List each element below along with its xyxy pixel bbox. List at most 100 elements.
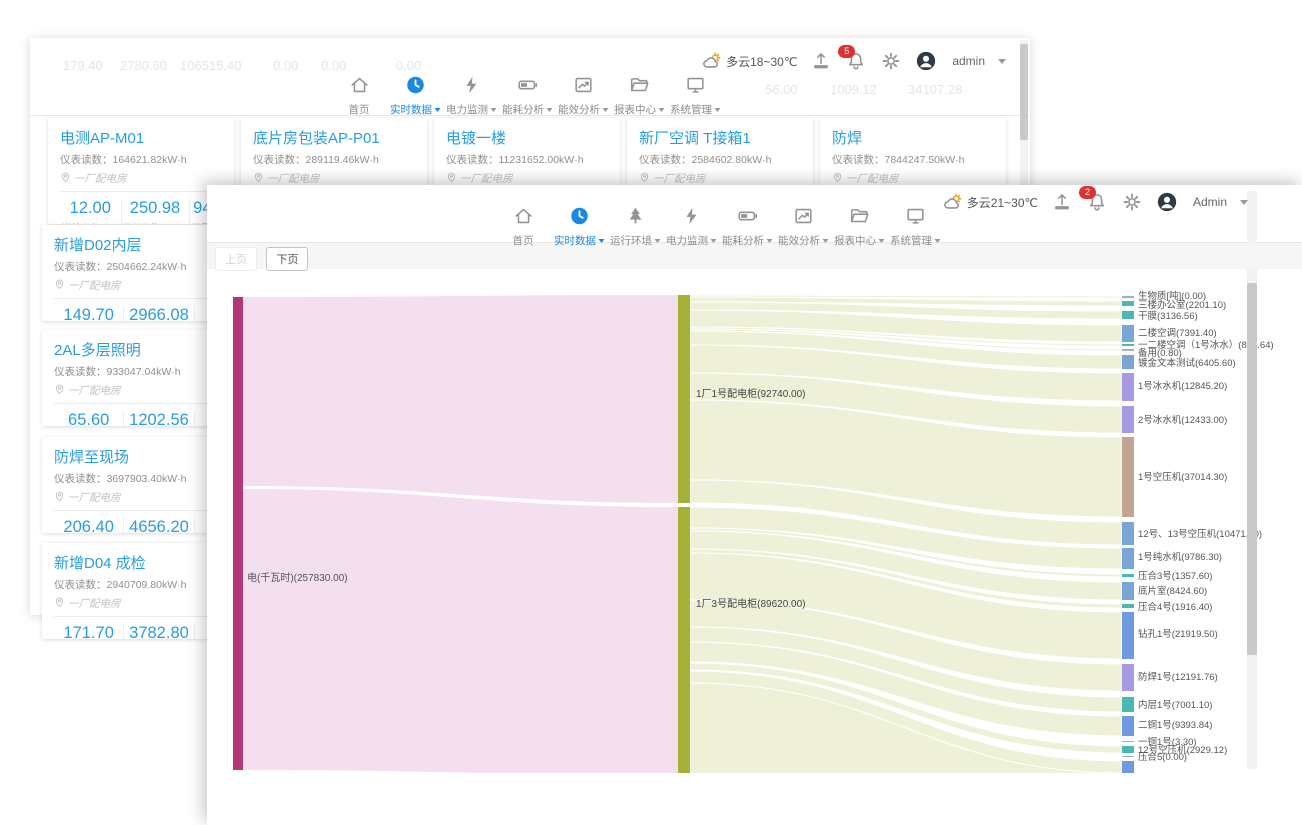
bell-icon[interactable]: 2 (1086, 191, 1108, 213)
sankey-node-leaf[interactable] (1122, 301, 1134, 306)
stat-label: 当日用能(kW·h) (124, 221, 187, 224)
sankey-node-leaf[interactable] (1122, 697, 1134, 712)
sankey-node-leaf[interactable] (1122, 522, 1134, 545)
nav-item-report-center[interactable]: 报表中心 (615, 74, 664, 117)
nav-item-energy-efficiency[interactable]: 能效分析 (779, 205, 828, 248)
sankey-node-leaf[interactable] (1122, 296, 1134, 298)
sankey-flow (690, 553, 1122, 659)
sankey-node-leaf[interactable] (1122, 373, 1134, 401)
pin-icon (54, 277, 65, 293)
nav-item-label: 能耗分析 (503, 102, 552, 117)
nav-item-realtime-data[interactable]: 实时数据 (555, 205, 604, 248)
username[interactable]: admin (952, 54, 985, 68)
upload-icon[interactable] (810, 50, 832, 72)
nav-item-energy-consumption[interactable]: 能耗分析 (723, 205, 772, 248)
sankey-node-leaf[interactable] (1122, 355, 1134, 369)
nav-item-home[interactable]: 首页 (499, 205, 548, 248)
prev-page-button[interactable]: 上页 (215, 247, 257, 271)
nav-item-energy-efficiency[interactable]: 能效分析 (559, 74, 608, 117)
nav-item-label: 系统管理 (891, 233, 940, 248)
sankey-node-leaf[interactable] (1122, 349, 1134, 351)
nav-item-home[interactable]: 首页 (335, 74, 384, 117)
monitor-icon (684, 74, 706, 96)
sankey-node-leaf[interactable] (1122, 311, 1134, 319)
sankey-flow (690, 327, 1122, 346)
card-title[interactable]: 电测AP-M01 (60, 127, 222, 148)
sankey-node-leaf[interactable] (1122, 612, 1134, 659)
pin-icon (253, 170, 264, 186)
card-location-text: 一厂配电房 (68, 383, 121, 398)
nav-item-realtime-data[interactable]: 实时数据 (391, 74, 440, 117)
sankey-node-leaf[interactable] (1122, 664, 1134, 691)
sankey-flow (690, 373, 1122, 433)
card-title[interactable]: 防焊 (832, 127, 994, 148)
card-stat: 2966.08当日用能(kW·h) (123, 306, 193, 321)
avatar[interactable] (915, 50, 937, 72)
username[interactable]: Admin (1193, 195, 1227, 209)
sankey-node-level2[interactable] (678, 295, 690, 503)
avatar[interactable] (1156, 191, 1178, 213)
nav-item-power-monitor[interactable]: 电力监测 (447, 74, 496, 117)
card-location: 一厂配电房 (60, 167, 222, 192)
card-title[interactable]: 电镀一楼 (446, 127, 608, 148)
sankey-node-leaf[interactable] (1122, 325, 1134, 342)
stat-value: 12.00 (62, 199, 119, 218)
sankey-node-leaf[interactable] (1122, 548, 1134, 569)
sankey-flow (690, 662, 1122, 742)
chevron-down-icon (598, 239, 604, 243)
bell-icon[interactable]: 5 (845, 50, 867, 72)
sankey-node-label: 2号冰水机(12433.00) (1138, 414, 1227, 426)
pagination: 上页 下页 (215, 247, 313, 271)
card-meter-reading: 仪表读数：7844247.50kW·h (832, 152, 994, 167)
nav-item-system-management[interactable]: 系统管理 (671, 74, 720, 117)
notification-badge: 5 (838, 45, 855, 58)
nav-item-run-environment[interactable]: 运行环境 (611, 205, 660, 248)
sankey-flow (690, 507, 1122, 569)
sankey-flow (690, 302, 1122, 319)
gear-icon[interactable] (880, 50, 902, 72)
card-title[interactable]: 新厂空调 T接箱1 (639, 127, 801, 148)
fw-scrollbar-thumb[interactable] (1247, 283, 1257, 655)
sankey-node-label: 12号、13号空压机(10471.80) (1138, 528, 1262, 540)
sankey-node-label: 备用(0.80) (1138, 347, 1182, 359)
card-stat: 1202.56当日用能(kW·h) (123, 411, 193, 426)
sankey-node-leaf[interactable] (1122, 716, 1134, 736)
sankey-node-leaf[interactable] (1122, 746, 1134, 753)
card-meter-reading: 仪表读数：11231652.00kW·h (446, 152, 608, 167)
card-title[interactable]: 底片房包装AP-P01 (253, 127, 415, 148)
chevron-down-icon (714, 108, 720, 112)
nav-item-energy-consumption[interactable]: 能耗分析 (503, 74, 552, 117)
nav-item-power-monitor[interactable]: 电力监测 (667, 205, 716, 248)
folder-icon (848, 205, 870, 227)
sankey-node-label: 压合5(0.00) (1138, 751, 1187, 763)
sankey-node-leaf[interactable] (1122, 604, 1134, 608)
sankey-node-label: 1厂3号配电柜(89620.00) (696, 597, 806, 610)
gear-icon[interactable] (1121, 191, 1143, 213)
sankey-node-leaf[interactable] (1122, 741, 1134, 742)
sankey-node-leaf[interactable] (1122, 406, 1134, 433)
sankey-node-leaf[interactable] (1122, 756, 1134, 757)
stat-value: 65.60 (56, 411, 121, 426)
sankey-flow (690, 331, 1122, 369)
upload-icon[interactable] (1051, 191, 1073, 213)
sankey-node-leaf[interactable] (1122, 582, 1134, 600)
caret-down-icon (998, 59, 1006, 64)
bw-scrollbar-thumb[interactable] (1020, 44, 1028, 140)
sankey-node-label: 钻孔1号(21919.50) (1138, 628, 1218, 640)
sankey-node-leaf[interactable] (1122, 761, 1134, 773)
sankey-node-root[interactable] (233, 297, 243, 770)
next-page-button[interactable]: 下页 (266, 247, 308, 271)
sankey-node-level2[interactable] (678, 507, 690, 773)
card-stat: 12.00当前功率(KW) (60, 199, 121, 224)
sankey-node-leaf[interactable] (1122, 574, 1134, 577)
sankey-node-leaf[interactable] (1122, 437, 1134, 517)
sankey-flow (690, 297, 1122, 306)
nav-item-report-center[interactable]: 报表中心 (835, 205, 884, 248)
nav-item-system-management[interactable]: 系统管理 (891, 205, 940, 248)
trend-icon (572, 74, 594, 96)
clock-icon (404, 74, 426, 96)
fw-scrollbar[interactable] (1247, 191, 1257, 769)
nav-item-label: 运行环境 (611, 233, 660, 248)
sankey-node-leaf[interactable] (1122, 344, 1134, 346)
chevron-down-icon (934, 239, 940, 243)
